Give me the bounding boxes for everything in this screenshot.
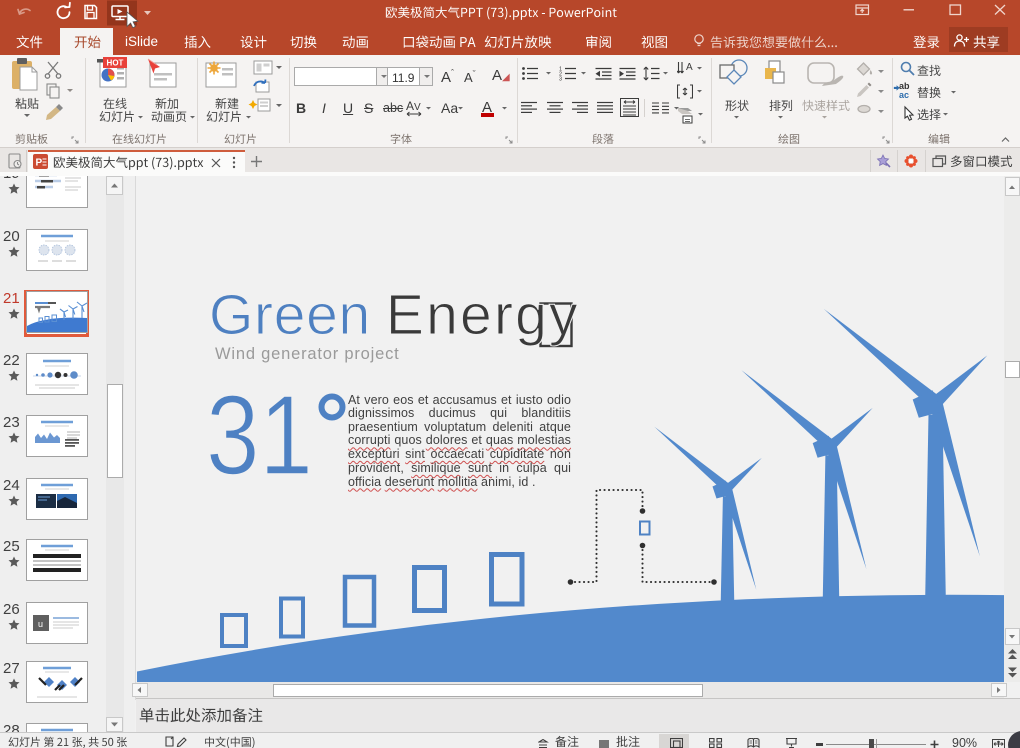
svg-text:3: 3 (559, 77, 562, 83)
svg-text:P: P (36, 158, 43, 169)
svg-text:HOT: HOT (107, 59, 124, 68)
svg-text:u: u (38, 619, 43, 629)
svg-text:ac: ac (899, 90, 909, 100)
svg-text:A: A (686, 62, 693, 73)
